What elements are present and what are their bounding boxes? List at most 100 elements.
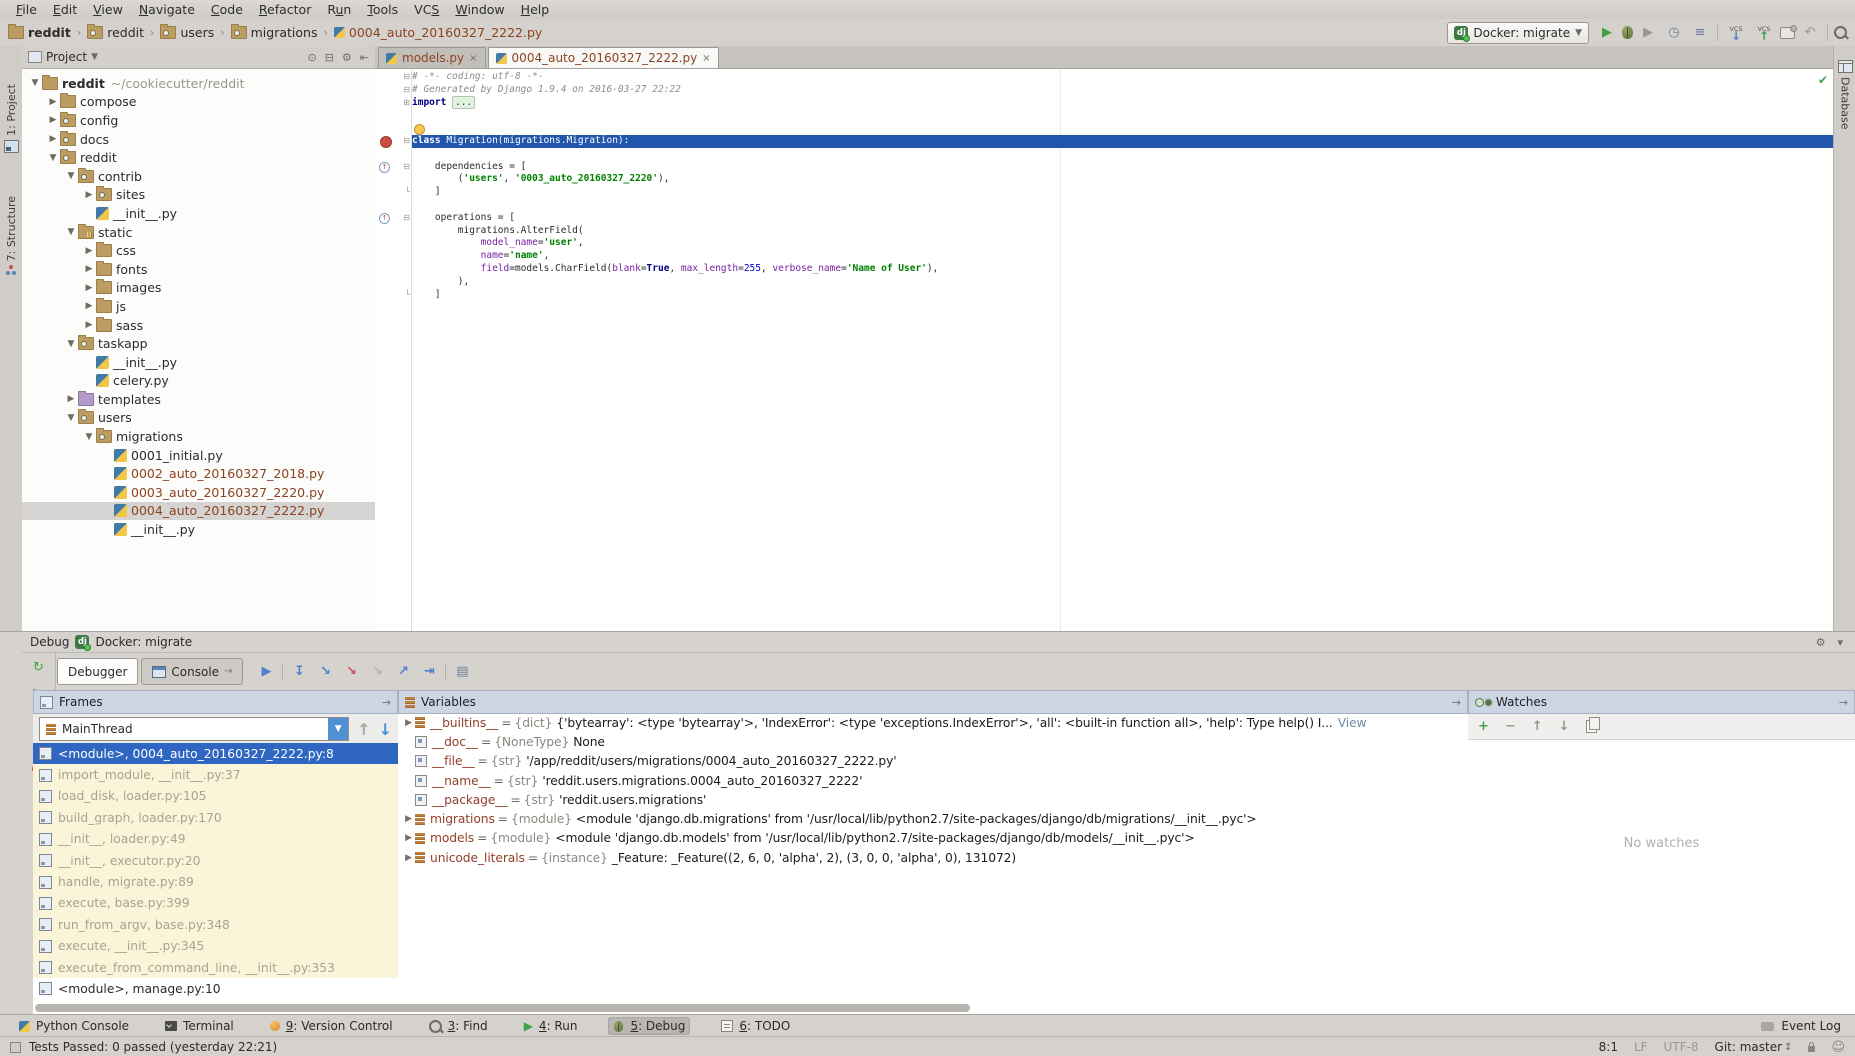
expand-arrow-icon[interactable]: ▶ — [46, 115, 60, 125]
tree-row[interactable]: ▶config — [22, 111, 375, 130]
tree-row[interactable]: 0001_initial.py — [22, 446, 375, 465]
tree-row[interactable]: ▶sass — [22, 316, 375, 335]
expand-arrow-icon[interactable]: ▶ — [82, 320, 96, 330]
frame-row[interactable]: execute, base.py:399 — [33, 893, 398, 914]
step-out-icon[interactable]: ↗ — [391, 661, 415, 683]
sidebar-item-structure[interactable]: 7: Structure — [0, 196, 22, 275]
add-watch-icon[interactable]: + — [1478, 719, 1489, 734]
sidebar-item-project[interactable]: 1: Project — [0, 84, 22, 153]
tree-row[interactable]: __init__.py — [22, 520, 375, 539]
step-over-icon[interactable]: ↧ — [287, 661, 311, 683]
horizontal-scrollbar[interactable] — [35, 1004, 970, 1012]
expand-arrow-icon[interactable]: ▶ — [82, 190, 96, 200]
event-log-button[interactable]: Event Log — [1761, 1019, 1855, 1033]
tree-row[interactable]: ▶js — [22, 297, 375, 316]
collapse-arrow-icon[interactable]: ▼ — [64, 227, 78, 237]
tab-debugger[interactable]: Debugger — [57, 658, 138, 685]
read-only-lock-icon[interactable] — [1808, 1046, 1815, 1052]
vcs-commit-icon[interactable]: VCS↑ — [1752, 26, 1776, 40]
editor-tab[interactable]: models.py× — [378, 47, 486, 68]
variable-row[interactable]: __name__={str}'reddit.users.migrations.0… — [398, 771, 1468, 790]
collapse-arrow-icon[interactable]: ▼ — [82, 432, 96, 442]
tool-window-button-5-debug[interactable]: 5: Debug — [608, 1017, 690, 1035]
breadcrumb-item[interactable]: migrations — [231, 25, 318, 40]
variable-row[interactable]: __doc__={NoneType}None — [398, 732, 1468, 751]
fold-collapse-icon[interactable]: └ — [405, 186, 410, 199]
collapse-arrow-icon[interactable]: ▼ — [28, 78, 42, 88]
tree-row[interactable]: 0003_auto_20160327_2220.py — [22, 483, 375, 502]
collapse-all-icon[interactable]: ⊟ — [325, 51, 334, 64]
variable-row[interactable]: __file__={str}'/app/reddit/users/migrati… — [398, 752, 1468, 771]
frame-row[interactable]: __init__, executor.py:20 — [33, 850, 398, 871]
tree-row[interactable]: ▼static — [22, 223, 375, 242]
frame-row[interactable]: run_from_argv, base.py:348 — [33, 914, 398, 935]
tree-row[interactable]: ▶sites — [22, 186, 375, 205]
collapse-arrow-icon[interactable]: ▼ — [64, 413, 78, 423]
remove-watch-icon[interactable]: − — [1505, 719, 1516, 734]
line-ending[interactable]: LF — [1634, 1040, 1648, 1054]
menu-run[interactable]: Run — [319, 2, 359, 17]
cvs-monitor-icon[interactable] — [1780, 27, 1795, 39]
expand-arrow-icon[interactable]: ▶ — [402, 718, 415, 728]
tree-row[interactable]: ▼taskapp — [22, 334, 375, 353]
show-execution-point-icon[interactable]: ▶ — [254, 661, 278, 683]
frame-row[interactable]: build_graph, loader.py:170 — [33, 807, 398, 828]
expand-arrow-icon[interactable]: ▶ — [402, 853, 415, 863]
settings-icon[interactable]: ⚙ — [342, 51, 352, 64]
menu-help[interactable]: Help — [513, 2, 558, 17]
vcs-branch-widget[interactable]: Git: master ↕ — [1715, 1040, 1793, 1054]
caret-position[interactable]: 8:1 — [1599, 1040, 1618, 1054]
tree-row[interactable]: ▶fonts — [22, 260, 375, 279]
menu-refactor[interactable]: Refactor — [251, 2, 319, 17]
expand-arrow-icon[interactable]: ▶ — [82, 264, 96, 274]
breakpoint-icon[interactable] — [380, 136, 392, 148]
concurrency-diagram-icon[interactable]: ≡ — [1689, 23, 1711, 43]
hide-panel-icon[interactable]: ⇤ — [360, 51, 369, 64]
menu-window[interactable]: Window — [447, 2, 512, 17]
chevron-down-icon[interactable]: ▼ — [91, 52, 98, 62]
code-area[interactable]: # -*- coding: utf-8 -*-# Generated by Dj… — [412, 69, 1833, 631]
smart-step-into-icon[interactable]: ↘ — [365, 661, 389, 683]
editor-tab[interactable]: 0004_auto_20160327_2222.py× — [488, 47, 719, 68]
tool-window-button-python-console[interactable]: Python Console — [14, 1017, 134, 1035]
expand-arrow-icon[interactable]: ▶ — [64, 394, 78, 404]
fold-expand-icon[interactable]: ⊞ — [403, 97, 410, 110]
run-with-coverage-icon[interactable]: ▶ — [1637, 23, 1659, 43]
breadcrumb-item[interactable]: reddit — [8, 25, 71, 40]
tool-window-button-9-version-control[interactable]: 9: Version Control — [265, 1017, 398, 1035]
collapse-arrow-icon[interactable]: ▼ — [64, 339, 78, 349]
variable-row[interactable]: ▶__builtins__={dict}{'bytearray': <type … — [398, 713, 1468, 732]
sidebar-item-database[interactable]: Database — [1834, 60, 1855, 130]
variable-row[interactable]: ▶unicode_literals={instance}_Feature: _F… — [398, 848, 1468, 867]
expand-arrow-icon[interactable]: ▶ — [82, 283, 96, 293]
expand-arrow-icon[interactable]: ▶ — [402, 814, 415, 824]
frame-row[interactable]: execute, __init__.py:345 — [33, 936, 398, 957]
expand-arrow-icon[interactable]: ▶ — [46, 134, 60, 144]
fold-collapse-icon[interactable]: └ — [405, 289, 410, 302]
collapse-arrow-icon[interactable]: ▼ — [64, 171, 78, 181]
locate-icon[interactable]: ⊙ — [307, 51, 316, 64]
variables-flow-icon[interactable]: → — [1452, 696, 1461, 709]
fold-collapse-icon[interactable]: ⊟ — [403, 71, 410, 84]
next-frame-icon[interactable]: ↓ — [379, 720, 392, 739]
expand-arrow-icon[interactable]: ▶ — [82, 301, 96, 311]
frame-row[interactable]: __init__, loader.py:49 — [33, 829, 398, 850]
tree-row[interactable]: ▼contrib — [22, 167, 375, 186]
rerun-icon[interactable]: ↻ — [30, 658, 48, 676]
move-up-icon[interactable]: ↑ — [1532, 719, 1543, 734]
tree-row[interactable]: ▶templates — [22, 390, 375, 409]
tab-console[interactable]: Console → — [141, 658, 243, 685]
fold-collapse-icon[interactable]: ⊟ — [403, 212, 410, 225]
thread-selector[interactable]: MainThread ▼ — [39, 717, 349, 741]
frames-flow-icon[interactable]: → — [382, 696, 391, 709]
debug-icon[interactable] — [1622, 26, 1633, 39]
close-tab-icon[interactable]: × — [469, 53, 477, 64]
menu-view[interactable]: View — [85, 2, 131, 17]
menu-file[interactable]: File — [8, 2, 45, 17]
menu-navigate[interactable]: Navigate — [131, 2, 203, 17]
undo-icon[interactable]: ↶ — [1799, 23, 1821, 43]
hide-debug-panel-icon[interactable]: ▾ — [1837, 636, 1843, 649]
tree-row[interactable]: 0002_auto_20160327_2018.py — [22, 464, 375, 483]
breadcrumb-item[interactable]: 0004_auto_20160327_2222.py — [334, 25, 542, 40]
tree-row[interactable]: ▼users — [22, 409, 375, 428]
